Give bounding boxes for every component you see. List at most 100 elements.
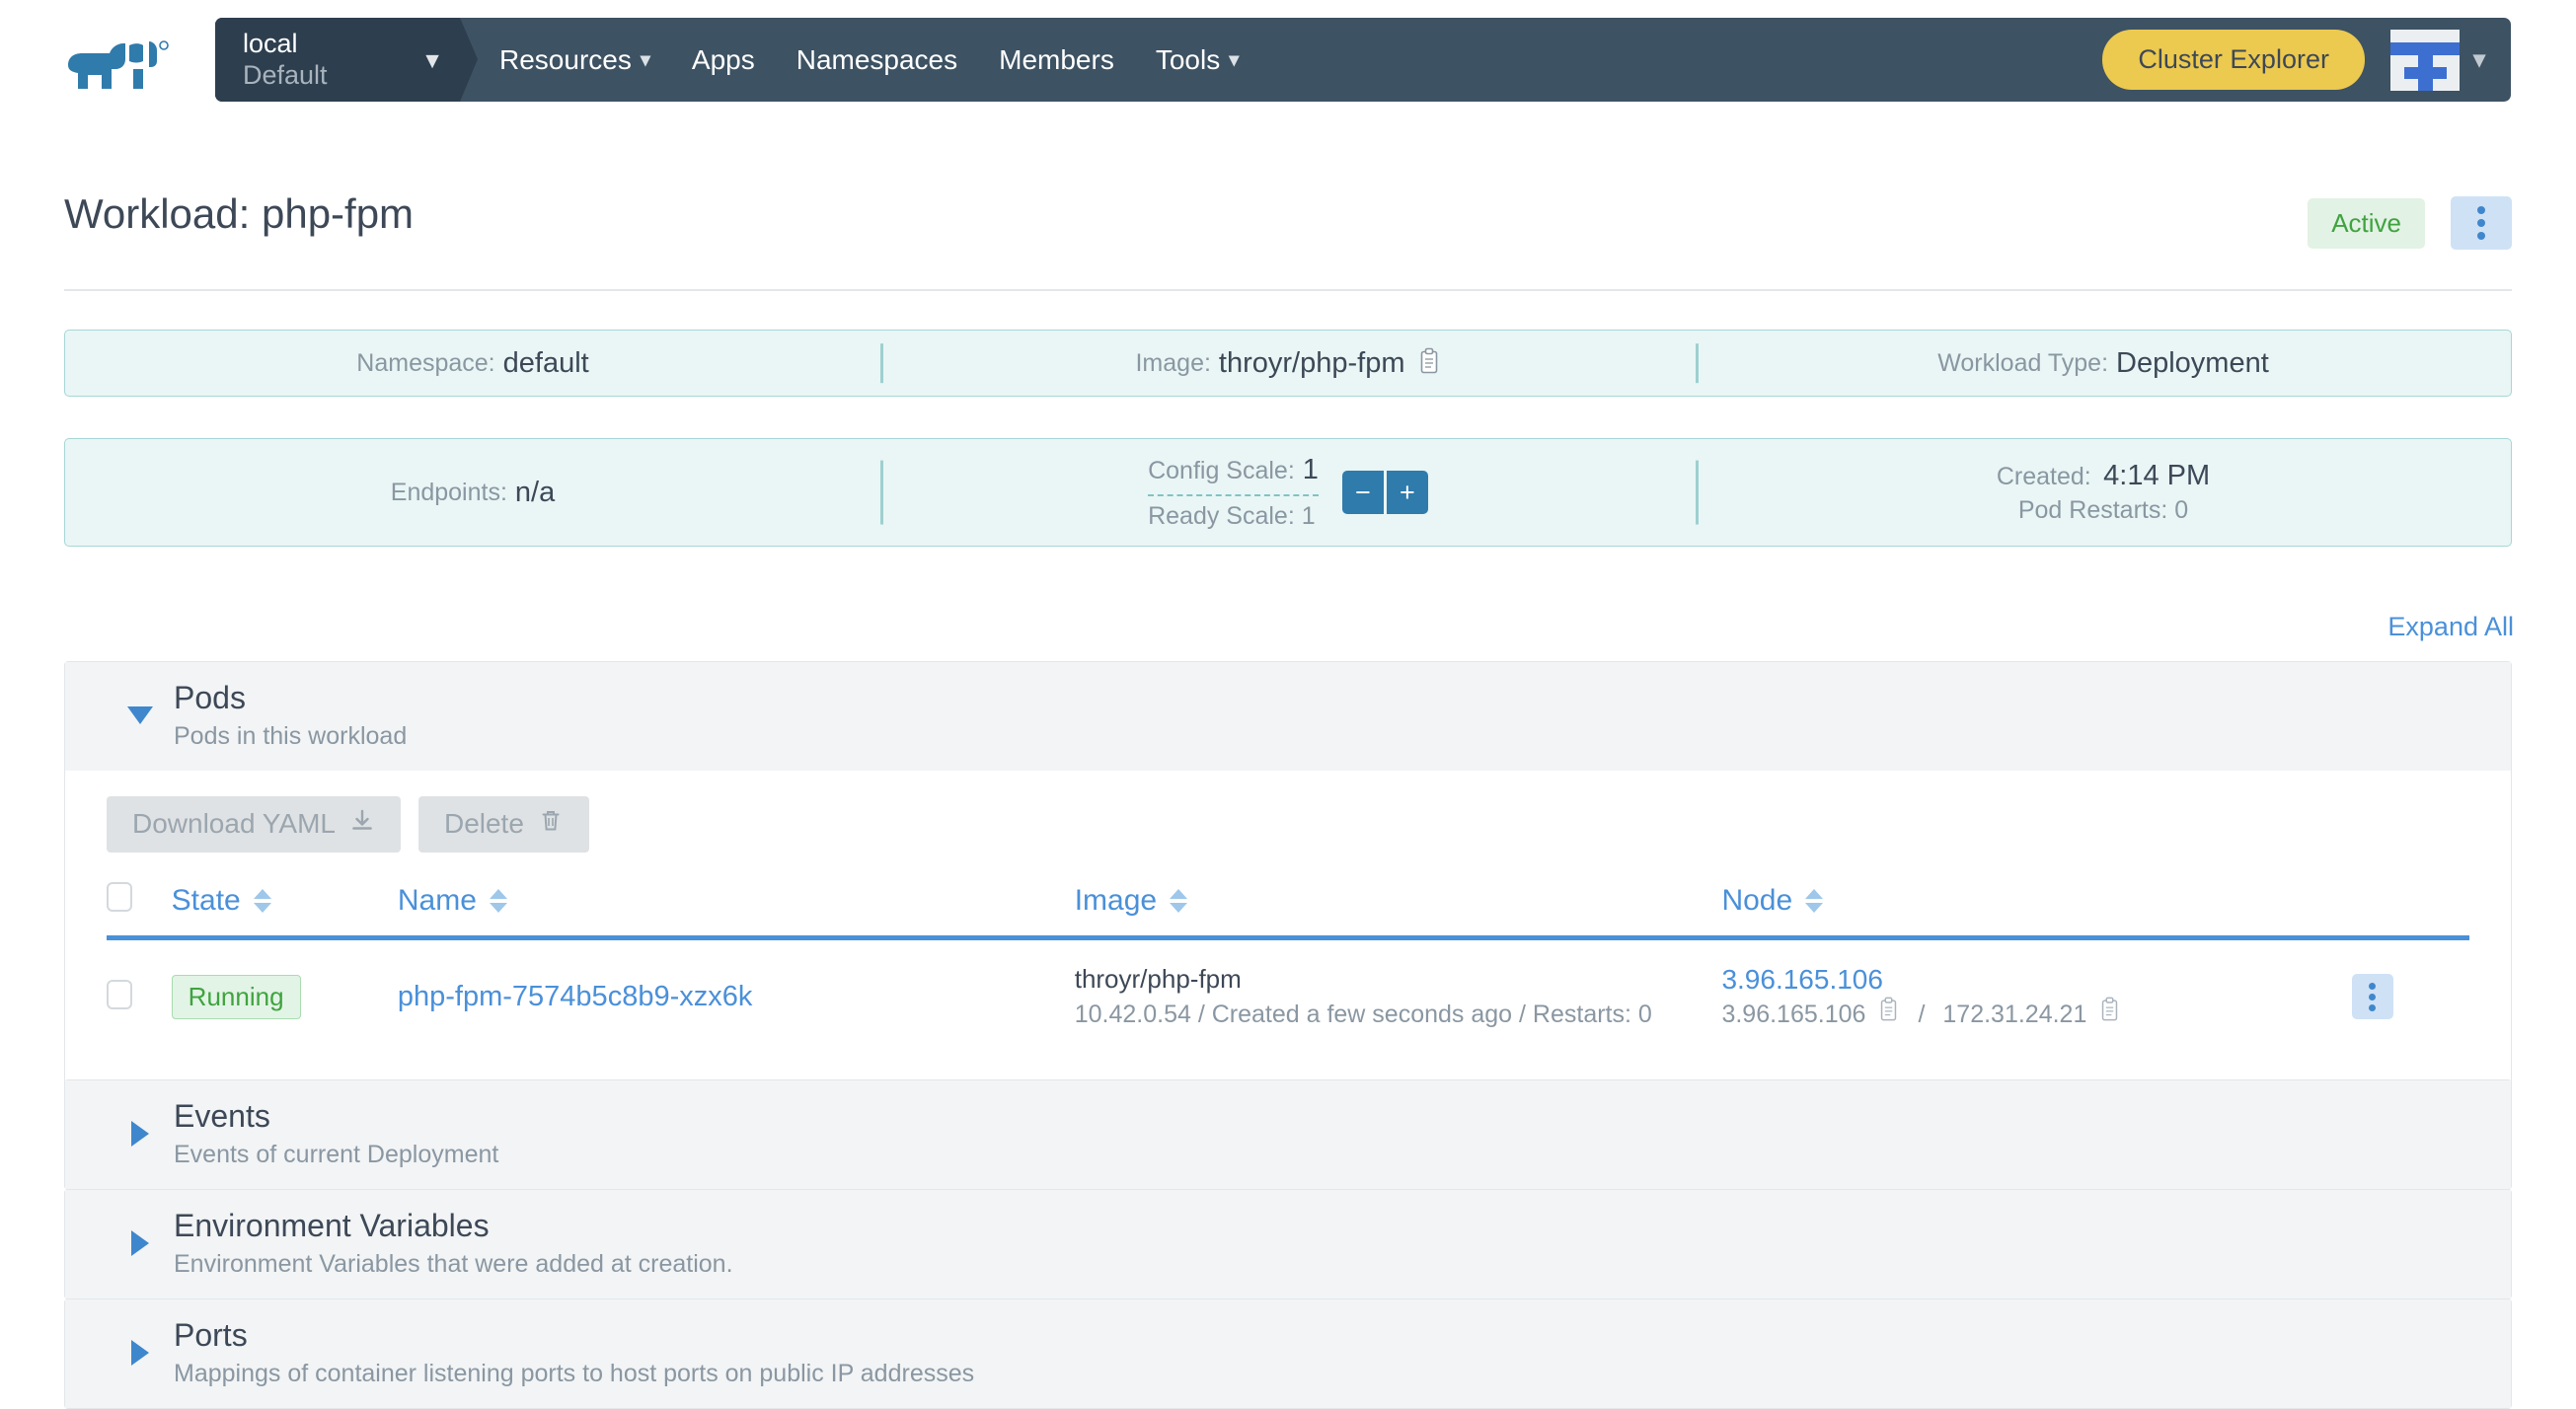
info-namespace: Namespace: default xyxy=(65,331,880,396)
nav-item-apps[interactable]: Apps xyxy=(692,44,755,76)
section-ports-titles: Ports Mappings of container listening po… xyxy=(174,1315,974,1390)
column-header-image-label: Image xyxy=(1074,883,1158,917)
info-image-value: throyr/php-fpm xyxy=(1218,346,1405,379)
nav-item-namespaces-label: Namespaces xyxy=(796,43,958,75)
pod-state-badge: Running xyxy=(171,974,301,1019)
select-all-header xyxy=(107,881,172,940)
column-header-node[interactable]: Node xyxy=(1721,881,2352,940)
cluster-project-switcher[interactable]: local Default ▾ xyxy=(215,18,460,102)
scale-text: Config Scale: 1 Ready Scale: 1 xyxy=(1148,454,1319,531)
column-header-image[interactable]: Image xyxy=(1074,881,1722,940)
row-name-cell: php-fpm-7574b5c8b9-xzx6k xyxy=(398,937,1075,1058)
triangle-down-icon[interactable] xyxy=(114,705,166,724)
section-ports-title: Ports xyxy=(174,1317,248,1353)
pods-table-toolbar: Download YAML Delete xyxy=(107,795,2469,853)
column-header-state[interactable]: State xyxy=(171,881,398,940)
copy-clipboard-icon[interactable] xyxy=(1877,997,1900,1032)
nav-arrow-divider xyxy=(460,18,478,102)
row-actions-cell xyxy=(2351,937,2469,1058)
section-environment-variables: Environment Variables Environment Variab… xyxy=(64,1189,2512,1299)
pods-table-head: State Name Image Node xyxy=(107,881,2469,940)
pod-node-private-ip: 172.31.24.21 xyxy=(1942,1000,2087,1028)
row-state-cell: Running xyxy=(171,937,398,1058)
info-endpoints-label: Endpoints: xyxy=(390,478,507,506)
user-menu[interactable]: ▾ xyxy=(2389,29,2485,91)
chevron-down-icon: ▾ xyxy=(425,46,438,73)
info-workload-type-value: Deployment xyxy=(2116,346,2269,379)
header-actions: Active xyxy=(2308,183,2512,250)
scale-divider xyxy=(1148,494,1319,496)
section-environment-variables-header[interactable]: Environment Variables Environment Variab… xyxy=(65,1190,2511,1298)
info-image: Image: throyr/php-fpm xyxy=(880,331,1696,396)
download-yaml-button[interactable]: Download YAML xyxy=(107,795,401,853)
cluster-explorer-button[interactable]: Cluster Explorer xyxy=(2102,30,2365,90)
nav-item-tools[interactable]: Tools ▾ xyxy=(1156,44,1239,76)
expand-all-link[interactable]: Expand All xyxy=(2387,612,2514,642)
section-events-subtitle: Events of current Deployment xyxy=(174,1141,499,1168)
triangle-right-icon[interactable] xyxy=(114,1120,166,1147)
info-image-label: Image: xyxy=(1135,348,1211,377)
rancher-cow-logo[interactable] xyxy=(64,39,183,97)
section-ports-header[interactable]: Ports Mappings of container listening po… xyxy=(65,1299,2511,1408)
copy-clipboard-icon[interactable] xyxy=(1417,347,1441,380)
section-pods-body: Download YAML Delete State Name Image No… xyxy=(65,770,2511,1093)
section-pods-header[interactable]: Pods Pods in this workload xyxy=(65,662,2511,771)
section-ports: Ports Mappings of container listening po… xyxy=(64,1298,2512,1409)
sort-updown-icon xyxy=(1170,888,1188,913)
cluster-name: local xyxy=(243,29,298,59)
nav-item-resources[interactable]: Resources ▾ xyxy=(499,44,650,76)
kebab-menu-icon[interactable] xyxy=(2451,196,2512,250)
trash-icon xyxy=(538,808,564,841)
section-events: Events Events of current Deployment xyxy=(64,1079,2512,1190)
created-value: 4:14 PM xyxy=(2103,460,2211,491)
section-events-header[interactable]: Events Events of current Deployment xyxy=(65,1080,2511,1189)
pod-node-link[interactable]: 3.96.165.106 xyxy=(1721,962,2351,997)
scale-decrement-button[interactable]: − xyxy=(1341,471,1384,514)
section-pods-titles: Pods Pods in this workload xyxy=(174,678,407,753)
pod-name-link[interactable]: php-fpm-7574b5c8b9-xzx6k xyxy=(398,981,752,1012)
config-scale-row: Config Scale: 1 xyxy=(1148,454,1319,492)
delete-button[interactable]: Delete xyxy=(417,795,589,853)
info-namespace-label: Namespace: xyxy=(356,348,495,377)
scale-increment-button[interactable]: + xyxy=(1386,471,1428,514)
project-name: Default xyxy=(243,59,328,90)
column-header-name-label: Name xyxy=(397,883,477,917)
column-header-state-label: State xyxy=(171,883,241,917)
row-select-checkbox[interactable] xyxy=(107,979,132,1009)
download-icon xyxy=(349,808,375,841)
config-scale-value: 1 xyxy=(1302,454,1319,485)
cluster-switcher-labels: local Default xyxy=(243,29,328,90)
kebab-menu-icon[interactable] xyxy=(2351,974,2393,1020)
pod-node-public-ip: 3.96.165.106 xyxy=(1721,1000,1866,1028)
row-image-cell: throyr/php-fpm 10.42.0.54 / Created a fe… xyxy=(1075,937,1722,1058)
info-created: Created: 4:14 PM Pod Restarts: 0 xyxy=(1696,439,2511,546)
page-header: Workload: php-fpm Active xyxy=(64,183,2512,291)
scale-stepper: − + xyxy=(1341,471,1428,514)
created-row: Created: 4:14 PM xyxy=(1997,460,2210,492)
nav-item-tools-label: Tools xyxy=(1155,43,1221,75)
chevron-down-icon: ▾ xyxy=(2472,46,2485,73)
triangle-right-icon[interactable] xyxy=(114,1229,166,1256)
copy-clipboard-icon[interactable] xyxy=(2098,997,2121,1032)
section-events-title: Events xyxy=(174,1098,270,1134)
table-row: Running php-fpm-7574b5c8b9-xzx6k throyr/… xyxy=(107,937,2469,1058)
column-header-actions xyxy=(2351,881,2469,940)
nav-right-controls: Cluster Explorer ▾ xyxy=(2102,18,2511,102)
info-workload-type-label: Workload Type: xyxy=(1937,348,2109,377)
select-all-checkbox[interactable] xyxy=(107,881,132,912)
status-badge: Active xyxy=(2308,197,2425,249)
triangle-right-icon[interactable] xyxy=(114,1339,166,1366)
section-pods-title: Pods xyxy=(174,680,246,715)
pods-table-body: Running php-fpm-7574b5c8b9-xzx6k throyr/… xyxy=(107,937,2469,1058)
nav-item-members-label: Members xyxy=(999,43,1114,75)
config-scale-label: Config Scale: xyxy=(1148,457,1295,484)
nav-item-namespaces[interactable]: Namespaces xyxy=(796,44,957,76)
column-header-node-label: Node xyxy=(1721,883,1793,917)
nav-item-members[interactable]: Members xyxy=(999,44,1114,76)
section-environment-variables-title: Environment Variables xyxy=(174,1208,490,1243)
section-pods: Pods Pods in this workload Download YAML… xyxy=(64,661,2512,1094)
pod-restarts-label: Pod Restarts: 0 xyxy=(2017,496,2189,524)
column-header-name[interactable]: Name xyxy=(397,881,1075,940)
info-scale: Config Scale: 1 Ready Scale: 1 − + xyxy=(880,439,1696,546)
section-environment-variables-titles: Environment Variables Environment Variab… xyxy=(174,1206,733,1281)
